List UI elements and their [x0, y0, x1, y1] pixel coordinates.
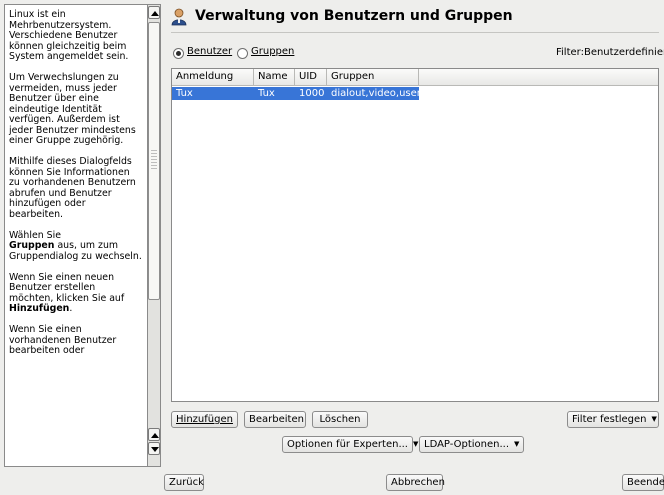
cell-groups: dialout,video,users	[331, 88, 419, 99]
filter-status: Filter:Benutzerdefiniert	[556, 47, 664, 58]
add-button[interactable]: Hinzufügen	[171, 411, 238, 428]
expert-options-button-label: Optionen für Experten...	[287, 439, 408, 450]
help-fragment: Wenn Sie einen neuen Benutzer erstellen …	[9, 271, 125, 304]
groups-radio[interactable]	[237, 48, 248, 59]
help-paragraph: Wenn Sie einen neuen Benutzer erstellen …	[9, 271, 142, 315]
column-header-name[interactable]: Name	[254, 69, 295, 86]
chevron-down-icon: ▼	[413, 440, 419, 448]
finish-button-label: Beenden	[627, 477, 664, 488]
users-radio-text: Benutzer	[187, 46, 233, 57]
title-divider	[171, 32, 659, 33]
scroll-up-button-bottom[interactable]	[148, 428, 160, 441]
help-text: Linux ist ein Mehrbenutzersystem. Versch…	[9, 9, 142, 367]
help-text-box[interactable]: Linux ist ein Mehrbenutzersystem. Versch…	[4, 4, 149, 467]
users-icon	[171, 8, 187, 26]
users-radio[interactable]	[173, 48, 184, 59]
groups-radio-label[interactable]: Gruppen	[251, 46, 294, 57]
set-filter-button-label: Filter festlegen	[572, 414, 647, 425]
column-header-login[interactable]: Anmeldung	[172, 69, 254, 86]
scrollbar-grip-icon	[151, 150, 157, 170]
edit-button-label: Bearbeiten	[249, 414, 304, 425]
page-title: Verwaltung von Benutzern und Gruppen	[195, 8, 513, 24]
help-paragraph: Linux ist ein Mehrbenutzersystem. Versch…	[9, 9, 129, 62]
cancel-button[interactable]: Abbrechen	[386, 474, 445, 491]
groups-radio-text: Gruppen	[251, 46, 295, 57]
help-pane: Linux ist ein Mehrbenutzersystem. Versch…	[0, 0, 161, 470]
set-filter-button[interactable]: Filter festlegen ▼	[567, 411, 659, 428]
help-bold-add: Hinzufügen	[9, 303, 70, 314]
delete-button[interactable]: Löschen	[312, 411, 368, 428]
chevron-down-icon: ▼	[514, 440, 520, 448]
expert-options-button[interactable]: Optionen für Experten... ▼	[282, 436, 418, 453]
users-table[interactable]: Anmeldung Name UID Gruppen Tux Tux 1000 …	[171, 68, 659, 402]
arrow-up-icon	[151, 433, 159, 438]
table-row[interactable]: Tux Tux 1000 dialout,video,users	[172, 87, 419, 100]
scroll-up-button[interactable]	[148, 6, 160, 19]
back-button-label: Zurück	[169, 477, 204, 488]
help-paragraph: Mithilfe dieses Dialogfelds können Sie I…	[9, 156, 136, 220]
table-header: Anmeldung Name UID Gruppen	[172, 69, 658, 86]
help-fragment: .	[69, 303, 73, 314]
delete-button-label: Löschen	[319, 414, 361, 425]
help-paragraph: Wählen Sie Gruppen aus, um zum Gruppendia…	[9, 229, 142, 263]
scroll-down-button[interactable]	[148, 442, 160, 455]
cell-name: Tux	[258, 88, 275, 99]
column-header-groups[interactable]: Gruppen	[327, 69, 419, 86]
arrow-down-icon	[151, 447, 159, 452]
ldap-options-button[interactable]: LDAP-Optionen... ▼	[419, 436, 524, 453]
ldap-options-button-label: LDAP-Optionen...	[424, 439, 510, 450]
help-paragraph: Wenn Sie einen vorhandenen Benutzer bear…	[9, 324, 117, 356]
edit-button[interactable]: Bearbeiten	[244, 411, 306, 428]
cell-login: Tux	[176, 88, 193, 99]
column-header-uid[interactable]: UID	[295, 69, 327, 86]
back-button[interactable]: Zurück	[164, 474, 204, 491]
help-paragraph: Um Verwechslungen zu vermeiden, muss jed…	[9, 72, 136, 146]
cancel-button-label: Abbrechen	[391, 477, 445, 488]
finish-button[interactable]: Beenden	[622, 474, 664, 491]
arrow-up-icon	[151, 11, 159, 16]
add-button-label: Hinzufügen	[176, 414, 233, 425]
cell-uid: 1000	[299, 88, 325, 99]
help-fragment: Wählen Sie	[9, 229, 61, 241]
chevron-down-icon: ▼	[651, 415, 657, 423]
users-radio-label[interactable]: Benutzer	[187, 46, 232, 57]
help-bold-groups: Gruppen	[9, 240, 55, 251]
